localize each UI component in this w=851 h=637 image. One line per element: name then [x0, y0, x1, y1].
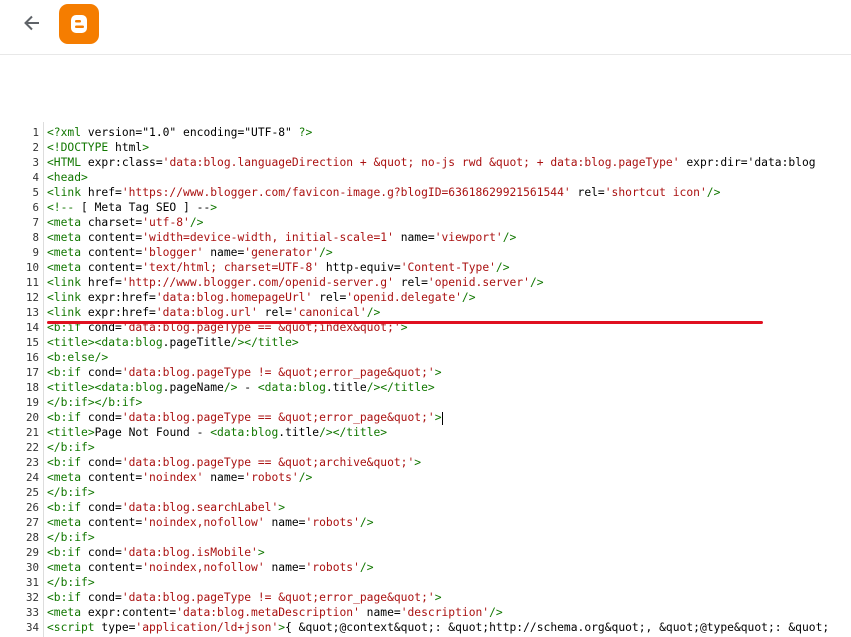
line-number: 24: [25, 471, 39, 484]
code-text: <!-- [ Meta Tag SEO ] -->: [47, 201, 218, 214]
line-number: 19: [25, 396, 39, 409]
code-text: </b:if>: [47, 531, 95, 544]
line-number: 17: [25, 366, 39, 379]
line-number: 13: [25, 306, 39, 319]
line-number: 28: [25, 531, 39, 544]
code-text: <meta content='text/html; charset=UTF-8'…: [47, 261, 510, 274]
line-number: 18: [25, 381, 39, 394]
code-text: <meta content='width=device-width, initi…: [47, 231, 517, 244]
line-number: 32: [25, 591, 39, 604]
line-number: 27: [25, 516, 39, 529]
line-number: 30: [25, 561, 39, 574]
code-text: <meta content='noindex,nofollow' name='r…: [47, 561, 374, 574]
code-text: <meta expr:content='data:blog.metaDescri…: [47, 606, 503, 619]
code-text: <b:if cond='data:blog.searchLabel'>: [47, 501, 286, 514]
gutter-divider: [43, 122, 44, 637]
line-number: 20: [25, 411, 39, 424]
line-number: 31: [25, 576, 39, 589]
line-number: 15: [25, 336, 39, 349]
code-text: </b:if>: [47, 576, 95, 589]
code-text: </b:if></b:if>: [47, 396, 143, 409]
code-text: <meta content='noindex,nofollow' name='r…: [47, 516, 374, 529]
code-text: <link href='https://www.blogger.com/favi…: [47, 186, 721, 199]
code-text: <meta content='blogger' name='generator'…: [47, 246, 333, 259]
code-text: <?xml version="1.0" encoding="UTF-8" ?>: [47, 126, 313, 139]
code-text: <!DOCTYPE html>: [47, 141, 150, 154]
line-number: 16: [25, 351, 39, 364]
code-text: <script type='application/ld+json'>{ &qu…: [47, 621, 830, 634]
line-number: 34: [25, 621, 39, 634]
code-text: <link expr:href='data:blog.homepageUrl' …: [47, 291, 476, 304]
line-number: 10: [25, 261, 39, 274]
code-text: <link href='http://www.blogger.com/openi…: [47, 276, 544, 289]
line-number: 21: [25, 426, 39, 439]
code-text: <meta charset='utf-8'/>: [47, 216, 204, 229]
line-number: 26: [25, 501, 39, 514]
line-number: 23: [25, 456, 39, 469]
line-number: 7: [32, 216, 39, 229]
line-number: 1: [32, 126, 39, 139]
line-number: 22: [25, 441, 39, 454]
code-text: </b:if>: [47, 441, 95, 454]
arrow-left-icon[interactable]: [18, 9, 46, 37]
line-number: 5: [32, 186, 39, 199]
top-bar: [0, 0, 851, 55]
html-code-editor[interactable]: 1 <?xml version="1.0" encoding="UTF-8" ?>…: [0, 122, 851, 637]
line-number: 29: [25, 546, 39, 559]
code-text: <b:if cond='data:blog.pageType != &quot;…: [47, 591, 442, 604]
blogger-logo-icon: [59, 4, 99, 44]
code-text: <b:if cond='data:blog.pageType == &quot;…: [47, 411, 443, 425]
highlight-underline: [47, 321, 763, 324]
line-number: 9: [32, 246, 39, 259]
line-number: 33: [25, 606, 39, 619]
text-cursor: [441, 411, 443, 425]
line-number: 12: [25, 291, 39, 304]
line-number: 11: [25, 276, 39, 289]
code-text: <b:if cond='data:blog.isMobile'>: [47, 546, 265, 559]
line-number: 14: [25, 321, 39, 334]
code-text: <link expr:href='data:blog.url' rel='can…: [47, 306, 381, 319]
code-text: <title>Page Not Found - <data:blog.title…: [47, 426, 388, 439]
code-text: <meta content='noindex' name='robots'/>: [47, 471, 313, 484]
code-text: <title><data:blog.pageTitle/></title>: [47, 336, 299, 349]
line-number: 2: [32, 141, 39, 154]
line-number: 3: [32, 156, 39, 169]
code-text: </b:if>: [47, 486, 95, 499]
line-number: 4: [32, 171, 39, 184]
line-number: 6: [32, 201, 39, 214]
code-text: <HTML expr:class='data:blog.languageDire…: [47, 156, 816, 169]
code-text: <b:else/>: [47, 351, 109, 364]
code-text: <head>: [47, 171, 88, 184]
line-number: 25: [25, 486, 39, 499]
code-text: <b:if cond='data:blog.pageType == &quot;…: [47, 456, 422, 469]
code-text: <title><data:blog.pageName/> - <data:blo…: [47, 381, 435, 394]
code-text: <b:if cond='data:blog.pageType != &quot;…: [47, 366, 442, 379]
line-number: 8: [32, 231, 39, 244]
